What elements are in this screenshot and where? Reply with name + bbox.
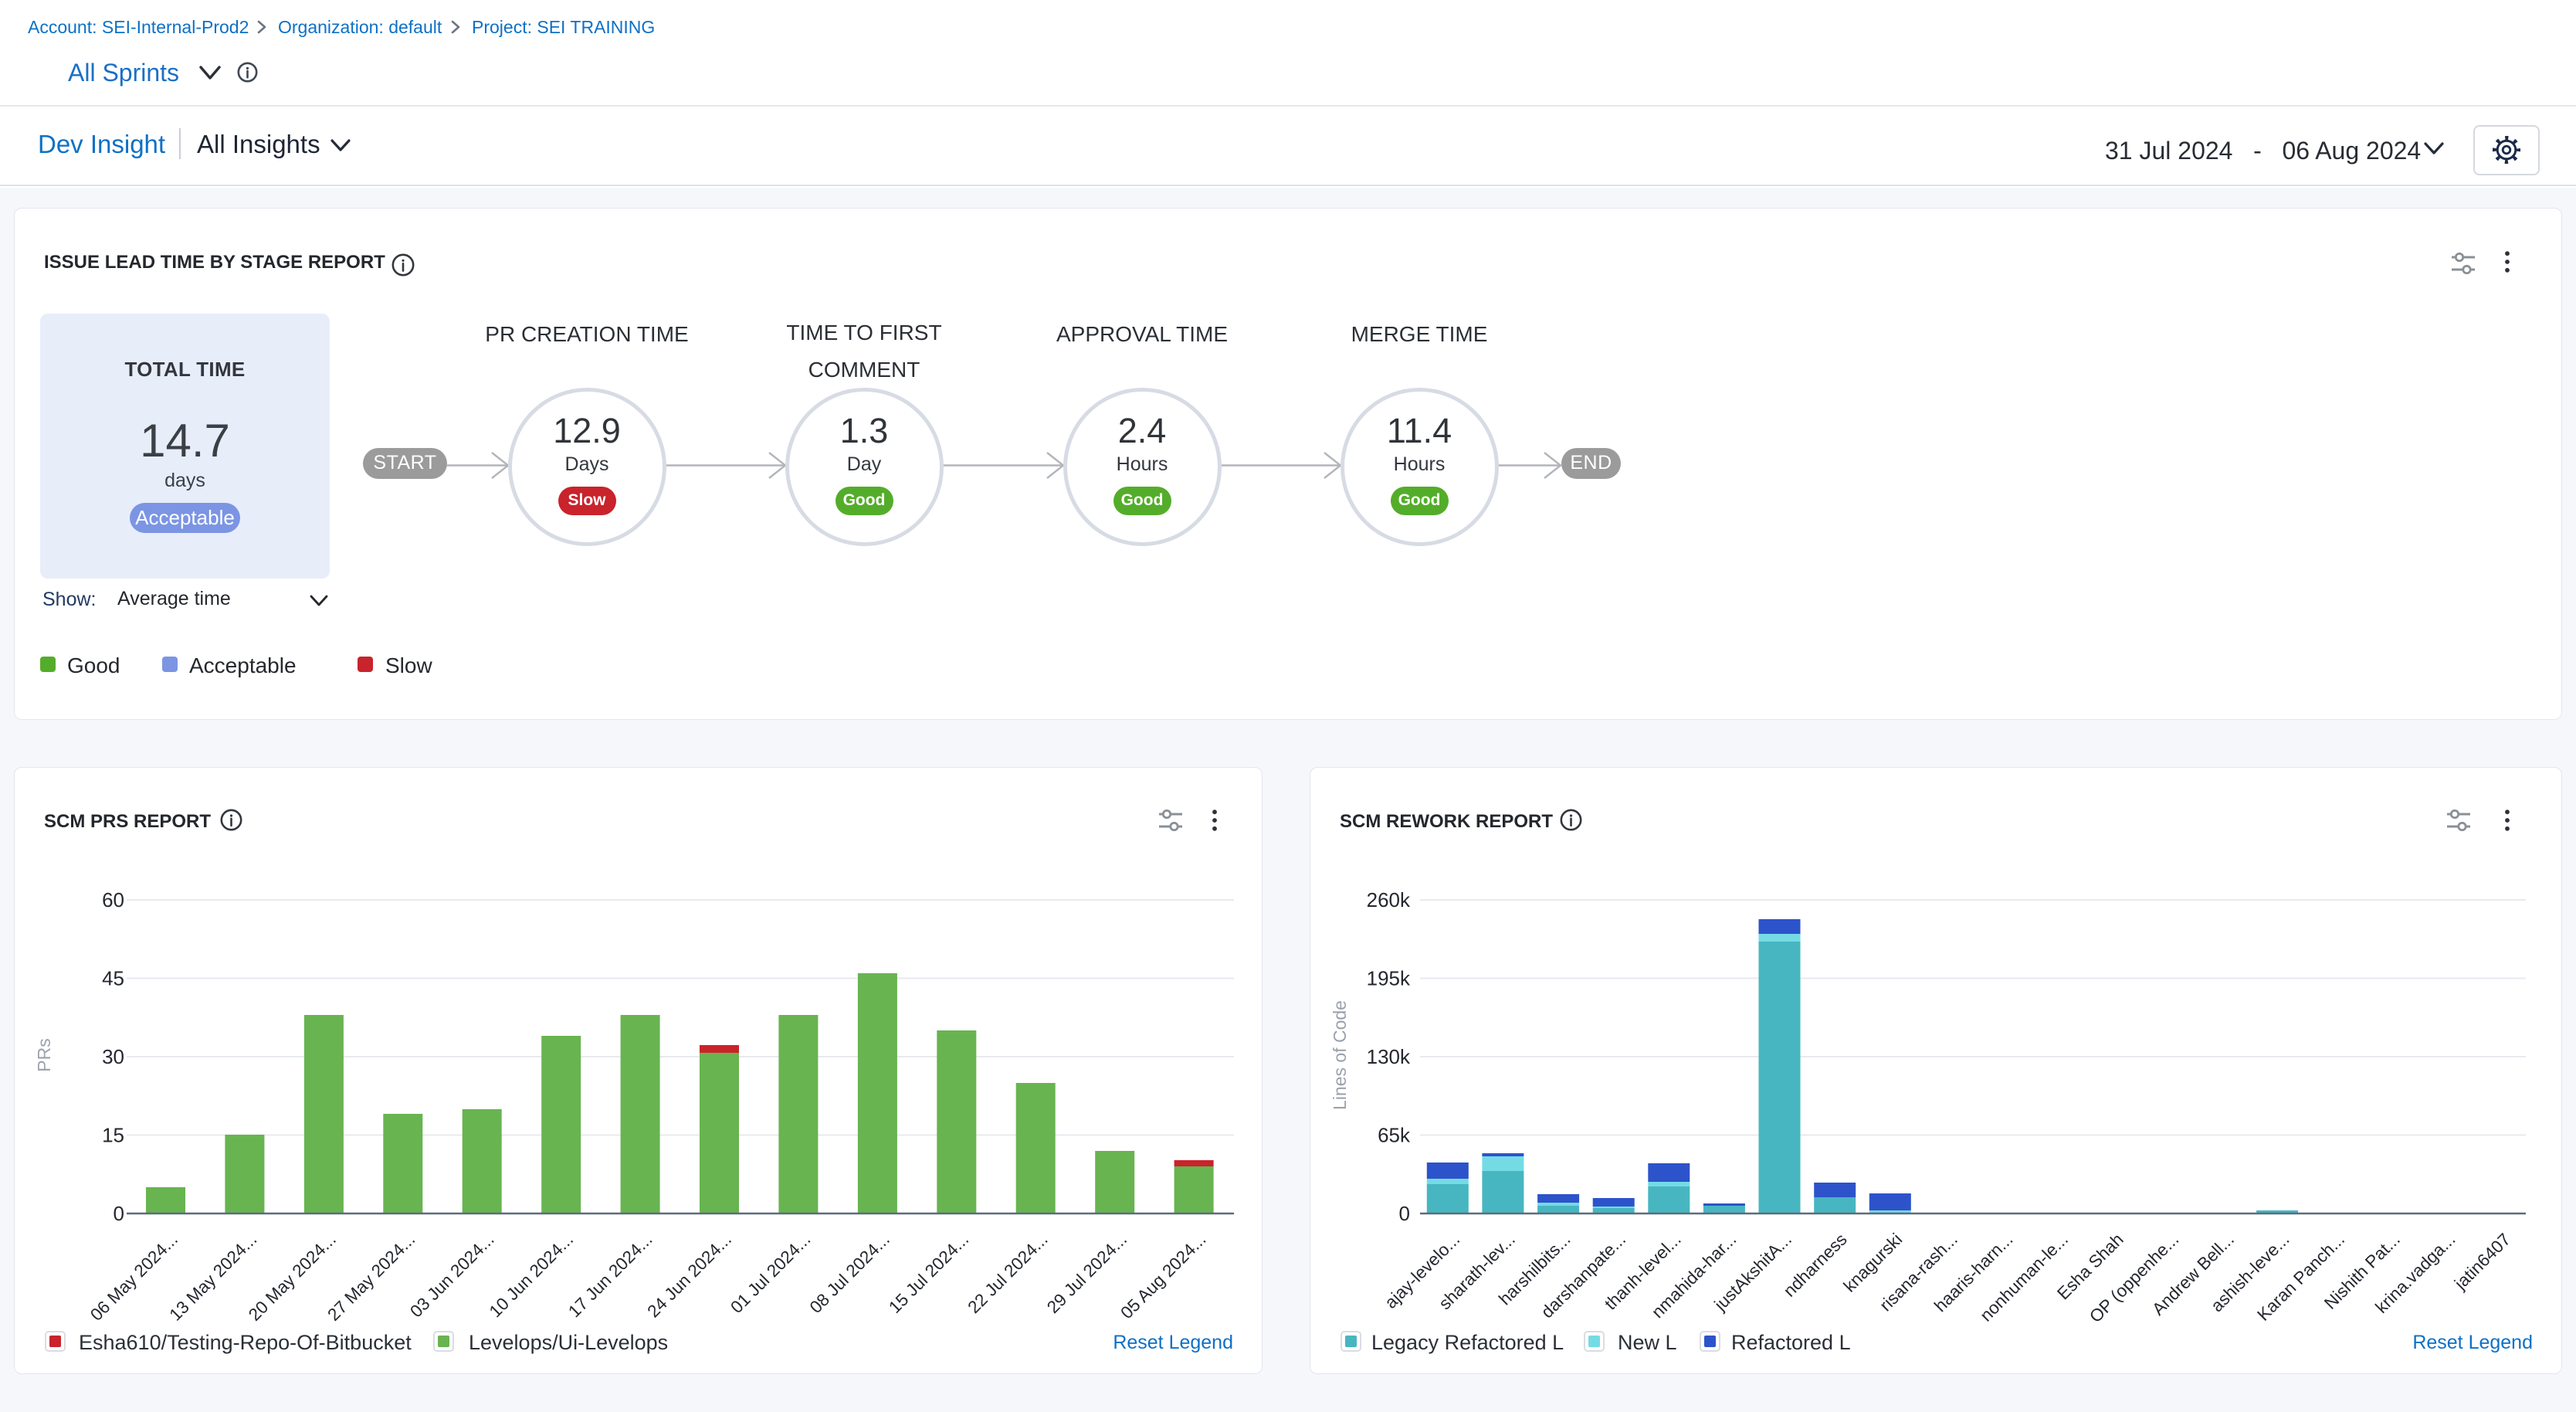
svg-text:30: 30 — [102, 1045, 124, 1068]
svg-text:jatin6407: jatin6407 — [2450, 1230, 2514, 1294]
svg-text:15 Jul 2024...: 15 Jul 2024... — [885, 1230, 972, 1317]
svg-text:65k: 65k — [1378, 1124, 1411, 1147]
svg-text:60: 60 — [102, 888, 124, 911]
svg-text:01 Jul 2024...: 01 Jul 2024... — [727, 1230, 814, 1317]
svg-text:130k: 130k — [1367, 1045, 1411, 1068]
svg-text:17 Jun 2024...: 17 Jun 2024... — [564, 1230, 656, 1322]
svg-text:260k: 260k — [1367, 888, 1411, 911]
svg-text:0: 0 — [1399, 1202, 1410, 1225]
svg-text:45: 45 — [102, 967, 124, 990]
svg-text:10 Jun 2024...: 10 Jun 2024... — [486, 1230, 578, 1322]
svg-text:29 Jul 2024...: 29 Jul 2024... — [1043, 1230, 1130, 1317]
svg-text:Lines of Code: Lines of Code — [1330, 1000, 1350, 1110]
svg-text:05 Aug 2024...: 05 Aug 2024... — [1117, 1230, 1209, 1322]
svg-text:08 Jul 2024...: 08 Jul 2024... — [806, 1230, 893, 1317]
svg-text:195k: 195k — [1367, 967, 1411, 990]
svg-text:22 Jul 2024...: 22 Jul 2024... — [964, 1230, 1052, 1317]
svg-text:0: 0 — [114, 1202, 124, 1225]
svg-text:24 Jun 2024...: 24 Jun 2024... — [644, 1230, 736, 1322]
svg-text:PRs: PRs — [34, 1038, 54, 1071]
svg-text:15: 15 — [102, 1124, 124, 1147]
svg-text:03 Jun 2024...: 03 Jun 2024... — [406, 1230, 498, 1322]
